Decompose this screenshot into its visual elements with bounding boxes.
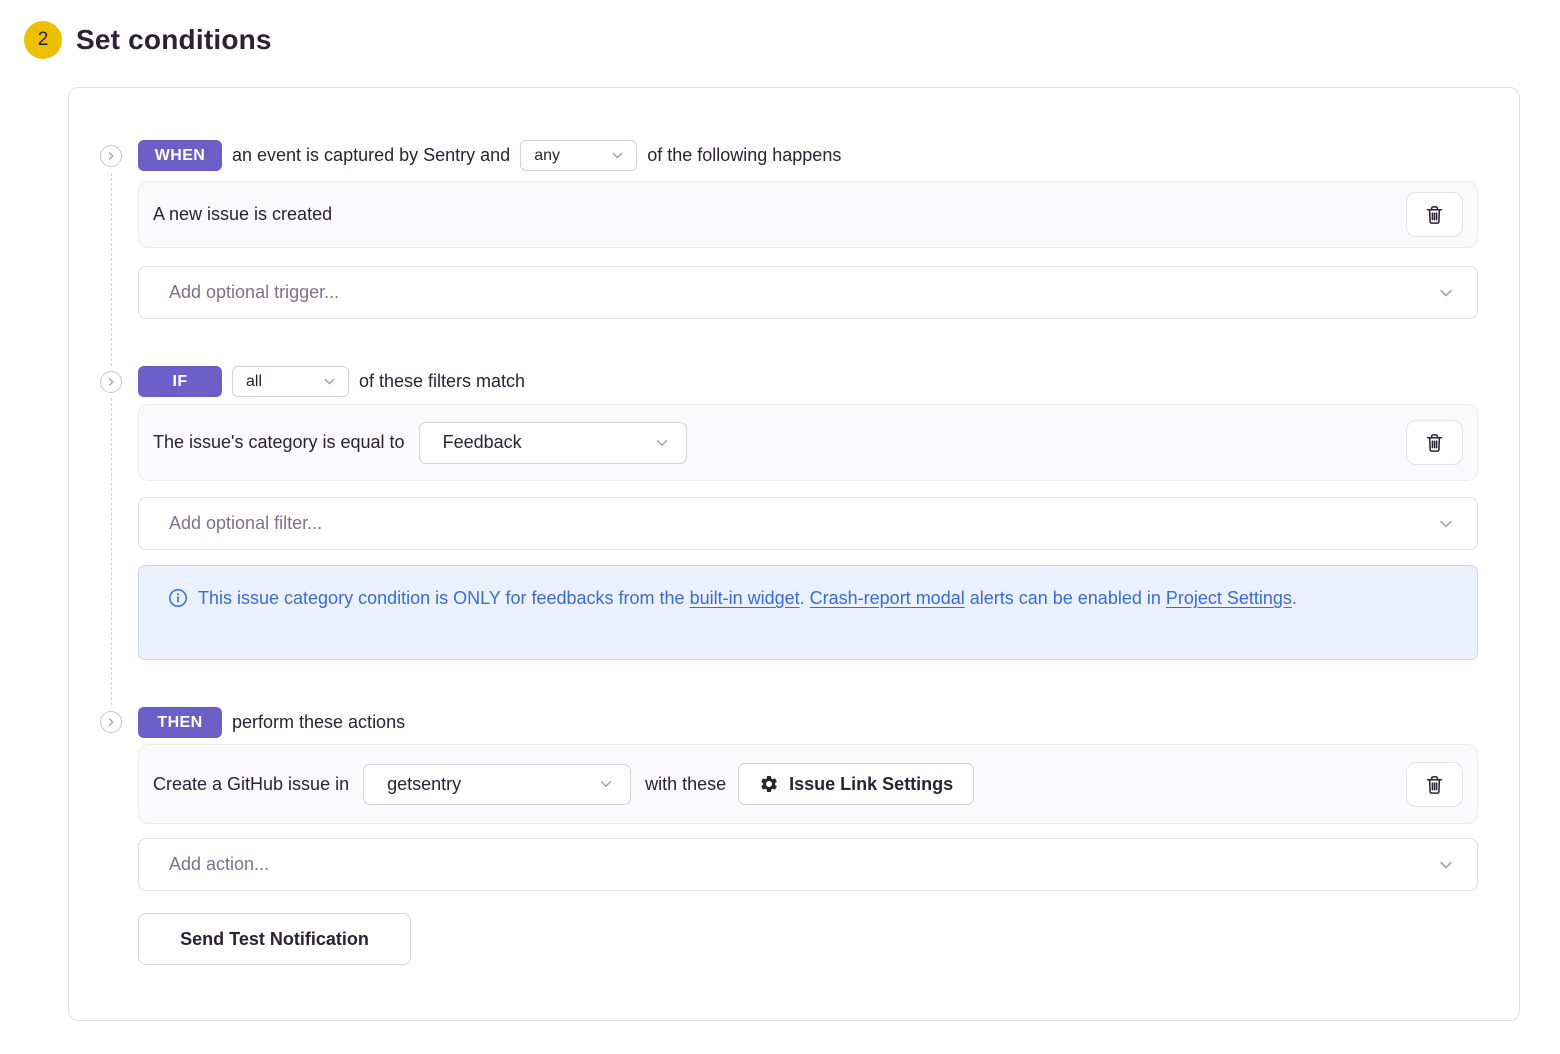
when-match-value: any <box>534 147 560 165</box>
add-action-placeholder: Add action... <box>169 854 269 875</box>
if-badge: IF <box>138 366 222 397</box>
info-icon <box>168 588 188 608</box>
delete-action-button[interactable] <box>1406 762 1463 807</box>
chevron-down-icon <box>610 148 625 163</box>
action-label: Create a GitHub issue in <box>153 774 349 795</box>
add-trigger-select[interactable]: Add optional trigger... <box>138 266 1478 319</box>
delete-trigger-button[interactable] <box>1406 192 1463 237</box>
step-connector-line <box>111 173 112 366</box>
chevron-down-icon <box>1437 515 1455 533</box>
trash-icon <box>1424 774 1445 795</box>
project-settings-link[interactable]: Project Settings <box>1166 588 1292 608</box>
step-number-badge: 2 <box>24 21 62 59</box>
if-text-after: of these filters match <box>359 371 525 392</box>
trigger-condition-row: A new issue is created <box>138 181 1478 248</box>
add-action-select[interactable]: Add action... <box>138 838 1478 891</box>
github-project-value: getsentry <box>387 774 461 795</box>
conditions-panel: WHEN an event is captured by Sentry and … <box>68 87 1520 1021</box>
info-alert: This issue category condition is ONLY fo… <box>138 565 1478 660</box>
trash-icon <box>1424 432 1445 453</box>
alert-text-segment: . <box>800 588 810 608</box>
crash-report-modal-link[interactable]: Crash-report modal <box>810 588 965 608</box>
then-text-after: perform these actions <box>232 712 405 733</box>
then-header: THEN perform these actions <box>138 707 1478 738</box>
issue-link-settings-button[interactable]: Issue Link Settings <box>738 763 974 805</box>
when-header: WHEN an event is captured by Sentry and … <box>138 140 1478 171</box>
alert-text-segment: . <box>1292 588 1297 608</box>
filter-value-select[interactable]: Feedback <box>419 422 687 464</box>
alert-text-segment: alerts can be enabled in <box>965 588 1166 608</box>
when-badge: WHEN <box>138 140 222 171</box>
alert-message: This issue category condition is ONLY fo… <box>198 583 1297 613</box>
chevron-down-icon <box>598 776 614 792</box>
step-connector-line <box>111 398 112 705</box>
built-in-widget-link[interactable]: built-in widget <box>690 588 800 608</box>
trash-icon <box>1424 204 1445 225</box>
chevron-right-icon <box>105 716 117 728</box>
github-project-select[interactable]: getsentry <box>363 764 631 805</box>
add-filter-placeholder: Add optional filter... <box>169 513 322 534</box>
action-middle-text: with these <box>645 774 726 795</box>
filter-value: Feedback <box>443 432 522 453</box>
when-text-after: of the following happens <box>647 145 841 166</box>
then-badge: THEN <box>138 707 222 738</box>
page-title: Set conditions <box>76 24 272 56</box>
trigger-condition-label: A new issue is created <box>153 204 332 225</box>
send-test-notification-button[interactable]: Send Test Notification <box>138 913 411 965</box>
if-match-value: all <box>246 373 262 391</box>
add-filter-select[interactable]: Add optional filter... <box>138 497 1478 550</box>
issue-link-settings-label: Issue Link Settings <box>789 774 953 795</box>
chevron-right-icon <box>105 376 117 388</box>
chevron-down-icon <box>654 435 670 451</box>
filter-condition-label: The issue's category is equal to <box>153 432 405 453</box>
collapse-then-button[interactable] <box>100 711 122 733</box>
chevron-down-icon <box>1437 856 1455 874</box>
delete-filter-button[interactable] <box>1406 420 1463 465</box>
collapse-if-button[interactable] <box>100 371 122 393</box>
collapse-when-button[interactable] <box>100 145 122 167</box>
if-match-select[interactable]: all <box>232 366 349 397</box>
alert-text-segment: This issue category condition is ONLY fo… <box>198 588 690 608</box>
gear-icon <box>759 774 779 794</box>
when-text-before: an event is captured by Sentry and <box>232 145 510 166</box>
chevron-right-icon <box>105 150 117 162</box>
step-header: 2 Set conditions <box>0 0 1560 59</box>
filter-condition-row: The issue's category is equal to Feedbac… <box>138 404 1478 481</box>
add-trigger-placeholder: Add optional trigger... <box>169 282 339 303</box>
when-match-select[interactable]: any <box>520 140 637 171</box>
chevron-down-icon <box>322 374 337 389</box>
chevron-down-icon <box>1437 284 1455 302</box>
if-header: IF all of these filters match <box>138 366 1478 397</box>
action-row: Create a GitHub issue in getsentry with … <box>138 744 1478 824</box>
